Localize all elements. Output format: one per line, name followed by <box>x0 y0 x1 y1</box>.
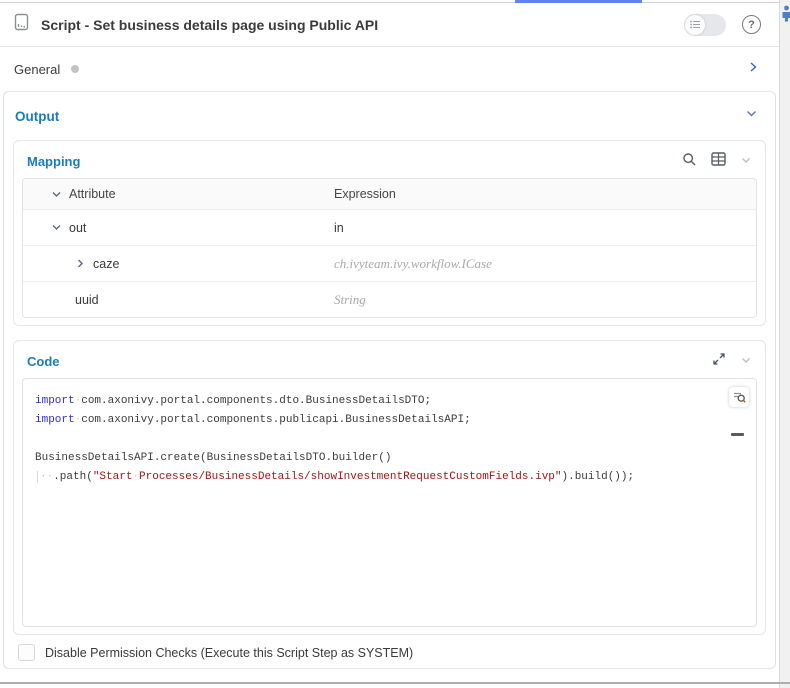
output-label: Output <box>15 108 60 124</box>
attribute-name: out <box>69 220 87 235</box>
person-icon[interactable] <box>782 5 790 27</box>
attribute-cell[interactable]: out <box>23 221 321 235</box>
chevron-right-icon[interactable] <box>75 258 93 269</box>
list-view-icon <box>685 14 705 35</box>
chevron-down-icon[interactable] <box>51 222 69 233</box>
mapping-label: Mapping <box>27 154 81 169</box>
section-general[interactable]: General <box>0 47 779 91</box>
code-label: Code <box>27 354 60 369</box>
expression-cell[interactable]: in <box>321 221 756 235</box>
mapping-rows: out in caze ch.ivyteam.ivy.workflow.ICase uu… <box>23 209 756 317</box>
code-content: import·com.axonivy.portal.components.dto… <box>35 392 726 487</box>
mapping-table-header[interactable]: Attribute Expression <box>23 179 756 209</box>
code-fold-icon[interactable] <box>731 433 744 436</box>
mapping-header[interactable]: Mapping <box>14 141 765 178</box>
table-row[interactable]: caze ch.ivyteam.ivy.workflow.ICase <box>23 245 756 281</box>
bottom-divider <box>0 682 790 684</box>
chevron-right-icon[interactable] <box>747 60 759 78</box>
expression-cell[interactable]: ch.ivyteam.ivy.workflow.ICase <box>321 256 756 272</box>
chevron-down-icon[interactable] <box>51 189 69 200</box>
column-attribute: Attribute <box>69 187 116 201</box>
title-bar: Script - Set business details page using… <box>0 3 779 47</box>
script-inscription-editor: Script - Set business details page using… <box>0 0 790 688</box>
attribute-cell[interactable]: caze <box>23 257 321 271</box>
permission-row: Disable Permission Checks (Execute this … <box>4 635 775 661</box>
table-row[interactable]: out in <box>23 209 756 245</box>
attribute-cell[interactable]: uuid <box>23 293 321 307</box>
help-icon[interactable]: ? <box>742 15 761 34</box>
disable-permission-checkbox[interactable] <box>18 644 35 661</box>
code-section: Code import·com.axonivy.portal.component… <box>13 340 766 635</box>
mapping-table: Attribute Expression out in caze ch.ivyteam… <box>22 178 757 318</box>
view-toggle[interactable] <box>684 13 726 36</box>
chevron-down-icon[interactable] <box>745 107 758 125</box>
section-output: Output Mapping Attribute Expression out … <box>3 91 776 669</box>
find-icon[interactable] <box>729 387 749 407</box>
chevron-down-icon[interactable] <box>740 353 752 371</box>
table-grid-icon[interactable] <box>711 152 726 171</box>
expand-icon[interactable] <box>712 352 726 371</box>
script-step-icon <box>14 13 29 36</box>
column-expression: Expression <box>321 187 756 201</box>
general-label: General <box>14 61 61 77</box>
side-rail <box>779 0 790 688</box>
general-status-dot <box>71 65 80 73</box>
expression-cell[interactable]: String <box>321 292 756 308</box>
code-header[interactable]: Code <box>14 341 765 378</box>
chevron-down-icon[interactable] <box>740 153 752 171</box>
output-header[interactable]: Output <box>4 92 775 140</box>
code-line: ··.path("Start·Processes/BusinessDetails… <box>35 468 726 487</box>
page-title: Script - Set business details page using… <box>41 16 379 33</box>
code-line: import·com.axonivy.portal.components.pub… <box>35 414 471 426</box>
attribute-name: uuid <box>75 292 99 307</box>
search-icon[interactable] <box>682 152 697 172</box>
code-line: BusinessDetailsAPI.create(BusinessDetail… <box>35 452 392 464</box>
code-line: import·com.axonivy.portal.components.dto… <box>35 395 432 407</box>
code-editor[interactable]: import·com.axonivy.portal.components.dto… <box>22 378 757 627</box>
disable-permission-label: Disable Permission Checks (Execute this … <box>45 645 414 660</box>
table-row[interactable]: uuid String <box>23 281 756 317</box>
mapping-section: Mapping Attribute Expression out in caze… <box>13 140 766 326</box>
attribute-name: caze <box>93 256 120 271</box>
